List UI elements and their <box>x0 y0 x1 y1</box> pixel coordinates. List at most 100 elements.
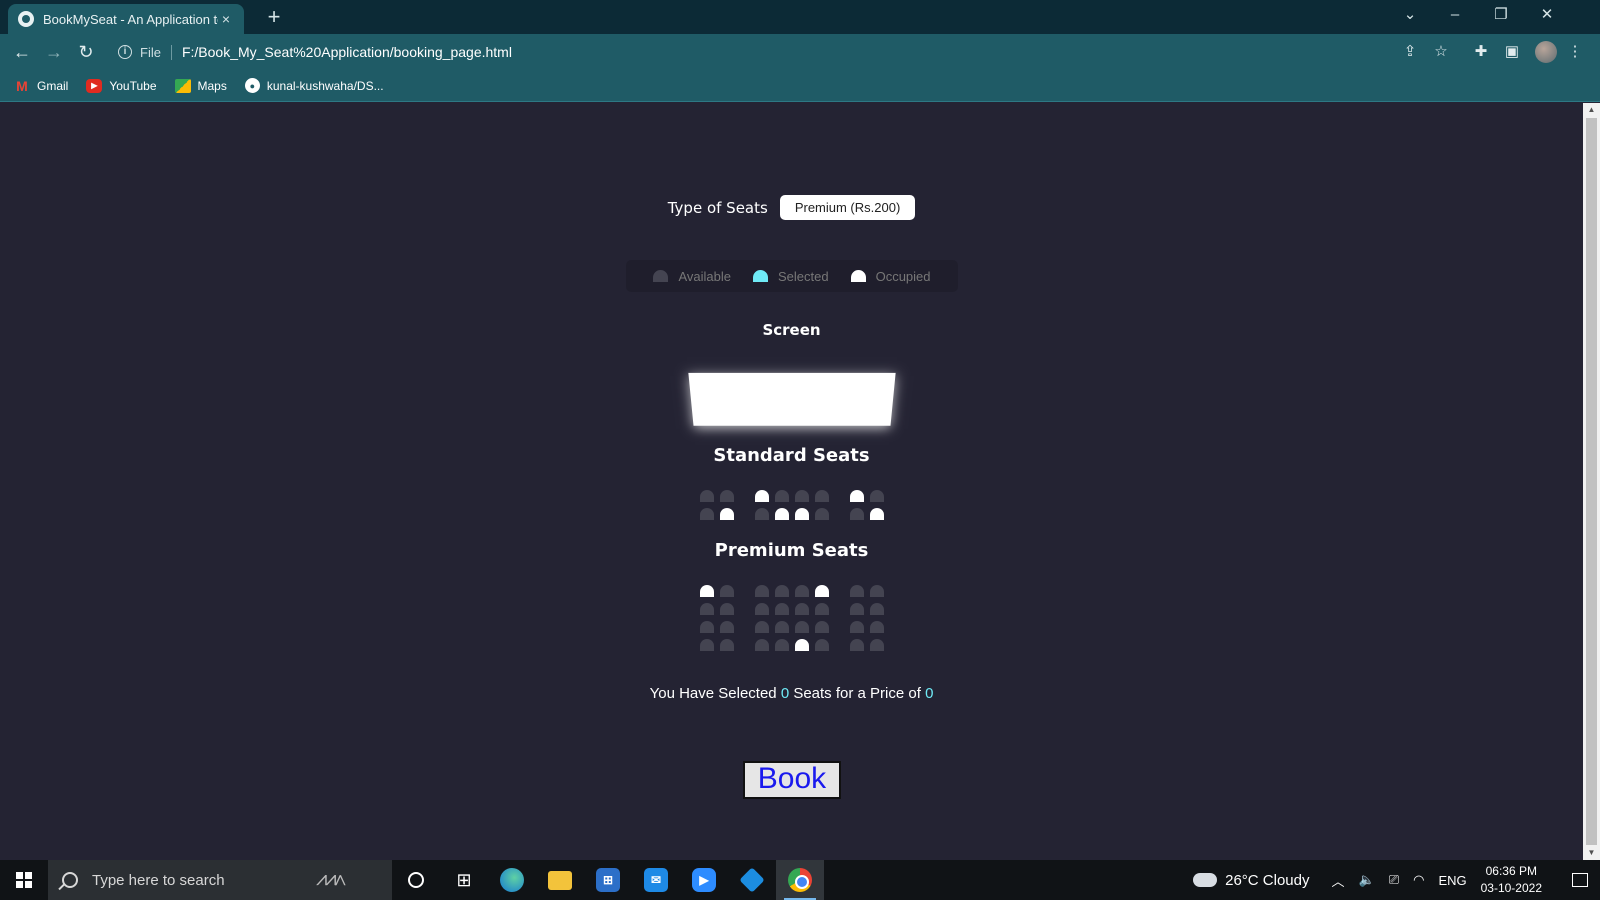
seat-available[interactable] <box>869 585 884 597</box>
url-text[interactable]: F:/Book_My_Seat%20Application/booking_pa… <box>182 44 512 60</box>
taskbar-vscode[interactable] <box>728 860 776 900</box>
seat-available[interactable] <box>849 639 864 651</box>
tab-close-icon[interactable]: × <box>218 11 234 27</box>
seat-available[interactable] <box>754 639 769 651</box>
seat-available[interactable] <box>849 585 864 597</box>
seat-available[interactable] <box>794 490 809 502</box>
seat-available[interactable] <box>869 621 884 633</box>
seat-available[interactable] <box>794 585 809 597</box>
seat-available[interactable] <box>849 603 864 615</box>
bookmark-github[interactable]: ● kunal-kushwaha/DS... <box>244 78 384 93</box>
seat-available[interactable] <box>794 621 809 633</box>
seat-available[interactable] <box>699 490 714 502</box>
seat-available[interactable] <box>774 621 789 633</box>
seat-available[interactable] <box>719 603 734 615</box>
browser-tab[interactable]: BookMySeat - An Application to × <box>8 4 244 34</box>
restore-icon[interactable]: ❐ <box>1478 0 1524 30</box>
taskbar-mail[interactable]: ✉ <box>632 860 680 900</box>
seat-available[interactable] <box>699 621 714 633</box>
close-window-icon[interactable]: ✕ <box>1524 0 1570 30</box>
notification-center[interactable] <box>1560 860 1600 900</box>
volume-icon[interactable]: 🔈 <box>1359 872 1375 888</box>
address-bar[interactable]: i File F:/Book_My_Seat%20Application/boo… <box>110 38 1460 66</box>
seat-row <box>697 508 887 520</box>
occupied-seat-icon <box>850 270 866 282</box>
seat-available[interactable] <box>699 508 714 520</box>
scroll-up-icon[interactable]: ▲ <box>1583 103 1600 117</box>
taskbar-search-box[interactable]: Type here to search ⩘⩘∧ <box>48 860 392 900</box>
cloud-weather-icon[interactable] <box>1193 873 1218 887</box>
seat-available[interactable] <box>754 621 769 633</box>
bookmark-gmail[interactable]: M Gmail <box>14 78 68 94</box>
seat-available[interactable] <box>699 639 714 651</box>
scrollbar-thumb[interactable] <box>1586 118 1597 845</box>
seat-available[interactable] <box>719 621 734 633</box>
extensions-puzzle-icon[interactable]: ✚ <box>1472 43 1490 61</box>
legend-selected: Selected <box>753 269 829 284</box>
seat-available[interactable] <box>794 603 809 615</box>
cortana-button[interactable] <box>392 860 440 900</box>
clock[interactable]: 06:36 PM 03-10-2022 <box>1481 863 1542 897</box>
seat-available[interactable] <box>869 639 884 651</box>
tray-chevron-up-icon[interactable]: ︿ <box>1331 871 1344 890</box>
profile-avatar[interactable] <box>1535 41 1557 63</box>
seat-available[interactable] <box>719 490 734 502</box>
wifi-icon[interactable]: ◠ <box>1413 872 1424 888</box>
minimize-icon[interactable]: – <box>1432 0 1478 30</box>
selected-count: 0 <box>780 685 790 702</box>
seat-type-select[interactable]: Premium (Rs.200) <box>779 195 916 220</box>
seat-available[interactable] <box>719 585 734 597</box>
taskbar-zoom[interactable]: ▶ <box>680 860 728 900</box>
seat-available[interactable] <box>814 603 829 615</box>
start-button[interactable] <box>0 860 48 900</box>
seat-available[interactable] <box>719 639 734 651</box>
seat-occupied <box>794 639 809 651</box>
seat-available[interactable] <box>774 603 789 615</box>
seat-available[interactable] <box>754 585 769 597</box>
vscode-icon <box>739 867 765 893</box>
seat-available[interactable] <box>814 490 829 502</box>
seat-available[interactable] <box>699 603 714 615</box>
seat-available[interactable] <box>849 621 864 633</box>
seat-available[interactable] <box>774 585 789 597</box>
back-arrow-icon[interactable]: ← <box>8 39 36 65</box>
seat-type-label: Type of Seats <box>667 198 768 217</box>
language-indicator[interactable]: ENG <box>1438 873 1466 888</box>
site-info-icon[interactable]: i <box>118 45 132 59</box>
task-view-button[interactable]: ⊞ <box>440 860 488 900</box>
seat-row <box>697 639 887 651</box>
legend-selected-label: Selected <box>778 268 829 284</box>
seat-available[interactable] <box>814 508 829 520</box>
tab-search-chevron-icon[interactable]: ⌄ <box>1387 0 1433 30</box>
book-button[interactable]: Book <box>743 761 841 799</box>
share-icon[interactable]: ⇪ <box>1401 43 1419 61</box>
seat-available[interactable] <box>754 603 769 615</box>
seat-available[interactable] <box>754 508 769 520</box>
seat-available[interactable] <box>869 603 884 615</box>
premium-seats-title: Premium Seats <box>714 540 869 561</box>
seat-available[interactable] <box>869 490 884 502</box>
taskbar-store[interactable]: ⊞ <box>584 860 632 900</box>
side-panel-icon[interactable]: ▣ <box>1503 43 1521 61</box>
weather-text[interactable]: 26°C Cloudy <box>1225 872 1309 889</box>
seat-available[interactable] <box>814 639 829 651</box>
page-scrollbar[interactable]: ▲ ▼ <box>1583 103 1600 860</box>
seat-available[interactable] <box>814 621 829 633</box>
bookmark-maps[interactable]: Maps <box>174 78 227 93</box>
new-tab-button[interactable]: + <box>260 4 288 30</box>
taskbar-edge[interactable] <box>488 860 536 900</box>
meet-now-icon[interactable]: ⎚ <box>1389 872 1399 888</box>
zoom-icon: ▶ <box>692 868 716 892</box>
seat-available[interactable] <box>774 639 789 651</box>
reload-icon[interactable]: ↻ <box>72 39 100 65</box>
seat-available[interactable] <box>849 508 864 520</box>
menu-dots-icon[interactable]: ⋮ <box>1566 43 1584 61</box>
bookmark-youtube[interactable]: ▶ YouTube <box>86 78 157 93</box>
taskbar-file-explorer[interactable] <box>536 860 584 900</box>
seat-available[interactable] <box>774 490 789 502</box>
scroll-down-icon[interactable]: ▼ <box>1583 846 1600 860</box>
bookmark-star-icon[interactable]: ☆ <box>1432 43 1450 61</box>
seat-row <box>697 603 887 615</box>
forward-arrow-icon[interactable]: → <box>40 39 68 65</box>
taskbar-chrome[interactable] <box>776 860 824 900</box>
